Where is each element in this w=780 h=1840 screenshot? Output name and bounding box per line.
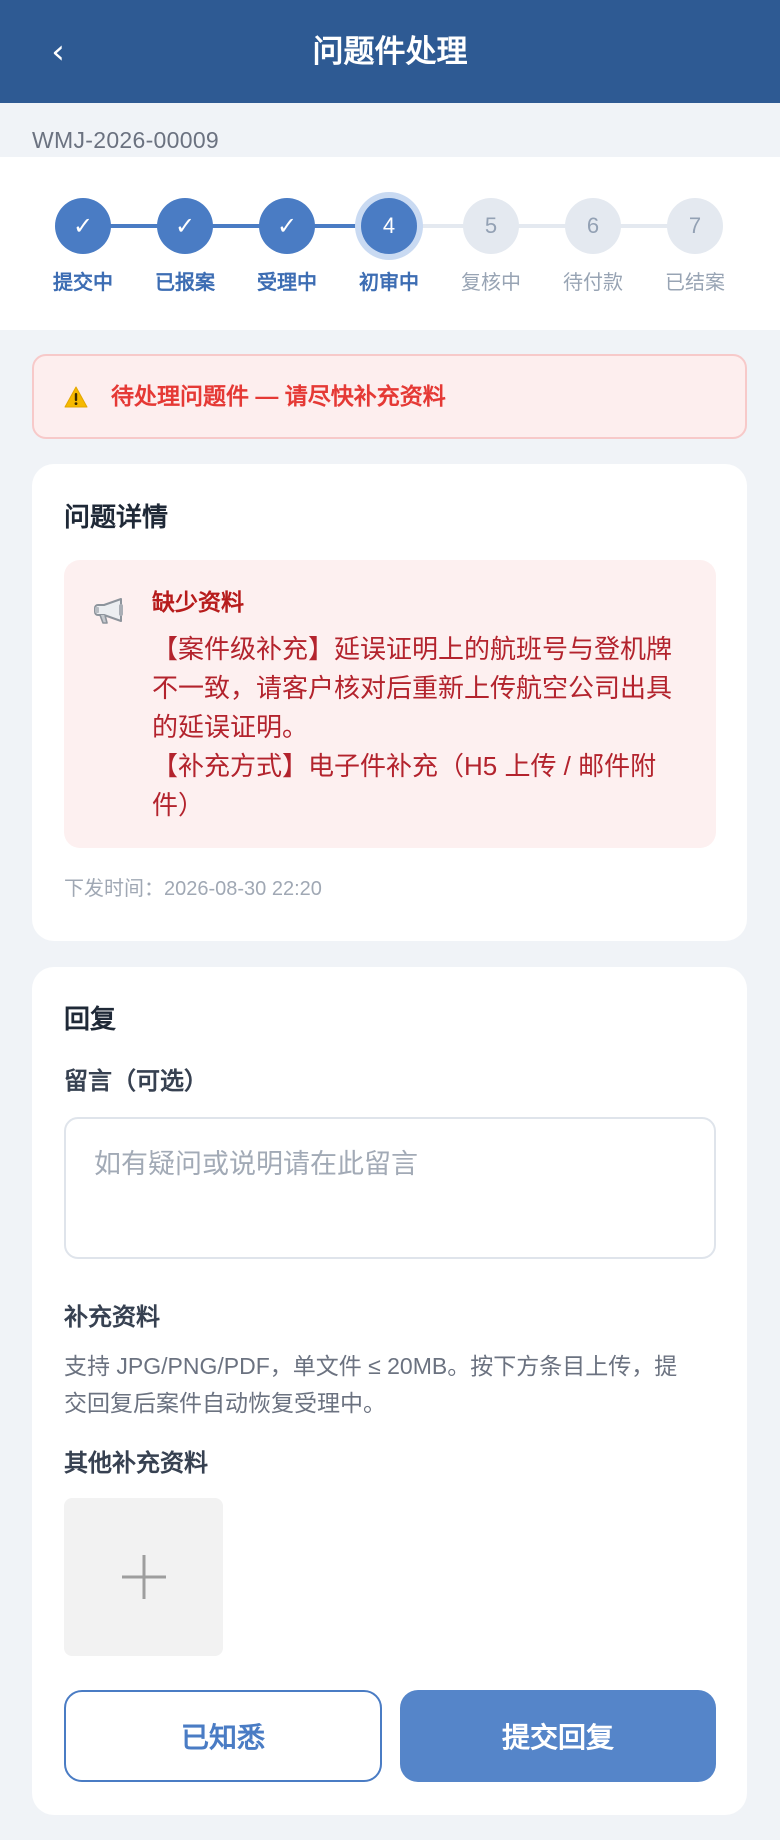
step-number: 6 bbox=[565, 198, 621, 254]
step-initial-review: 4 初审中 bbox=[339, 157, 439, 330]
back-button[interactable]: ‹ bbox=[38, 28, 78, 76]
submit-reply-button[interactable]: 提交回复 bbox=[400, 1690, 716, 1782]
step-label: 受理中 bbox=[257, 272, 317, 294]
step-submitted: ✓ 提交中 bbox=[33, 157, 133, 330]
step-accepted: ✓ 受理中 bbox=[237, 157, 337, 330]
message-input[interactable] bbox=[64, 1117, 716, 1259]
step-reported: ✓ 已报案 bbox=[135, 157, 235, 330]
alert-banner: 待处理问题件 — 请尽快补充资料 bbox=[32, 354, 747, 439]
card-title: 问题详情 bbox=[64, 502, 169, 532]
step-number: 5 bbox=[463, 198, 519, 254]
step-label: 已结案 bbox=[665, 272, 725, 294]
step-closed: 7 已结案 bbox=[645, 157, 745, 330]
check-icon: ✓ bbox=[157, 198, 213, 254]
plus-icon bbox=[121, 1555, 166, 1599]
case-number: WMJ-2026-00009 bbox=[32, 127, 220, 153]
check-icon: ✓ bbox=[259, 198, 315, 254]
megaphone-icon bbox=[94, 598, 123, 624]
materials-title: 补充资料 bbox=[64, 1304, 160, 1331]
step-label: 复核中 bbox=[461, 272, 521, 294]
warning-icon bbox=[64, 386, 88, 408]
chevron-left-icon: ‹ bbox=[51, 32, 65, 72]
other-materials-title: 其他补充资料 bbox=[64, 1450, 208, 1477]
check-icon: ✓ bbox=[55, 198, 111, 254]
step-label: 已报案 bbox=[155, 272, 215, 294]
step-label: 初审中 bbox=[359, 272, 419, 294]
message-label: 留言（可选） bbox=[64, 1068, 208, 1095]
step-label: 待付款 bbox=[563, 272, 623, 294]
app-header: ‹ 问题件处理 bbox=[0, 0, 780, 103]
step-number: 4 bbox=[361, 198, 417, 254]
issued-time: 下发时间：2026-08-30 22:20 bbox=[64, 877, 322, 901]
reply-card: 回复 留言（可选） 补充资料 支持 JPG/PNG/PDF，单文件 ≤ 20MB… bbox=[32, 967, 747, 1815]
issue-notice: 缺少资料 【案件级补充】延误证明上的航班号与登机牌不一致，请客户核对后重新上传航… bbox=[64, 560, 716, 848]
step-awaiting-payment: 6 待付款 bbox=[543, 157, 643, 330]
notice-paragraph: 【补充方式】电子件补充（H5 上传 / 邮件附件） bbox=[152, 751, 657, 820]
step-re-review: 5 复核中 bbox=[441, 157, 541, 330]
materials-description: 支持 JPG/PNG/PDF，单文件 ≤ 20MB。按下方条目上传，提交回复后案… bbox=[64, 1353, 678, 1416]
issue-detail-card: 问题详情 缺少资料 【案件级补充】延误证明上的航班号与登机牌不一致，请客户核对后… bbox=[32, 464, 747, 941]
page-title: 问题件处理 bbox=[312, 34, 468, 69]
notice-body: 【案件级补充】延误证明上的航班号与登机牌不一致，请客户核对后重新上传航空公司出具… bbox=[152, 630, 692, 825]
upload-button[interactable] bbox=[64, 1498, 223, 1656]
step-number: 7 bbox=[667, 198, 723, 254]
progress-stepper: ✓ 提交中 ✓ 已报案 ✓ 受理中 4 初审中 5 复核中 6 待付款 7 已结… bbox=[0, 157, 780, 330]
card-title: 回复 bbox=[64, 1004, 117, 1034]
issued-value: 2026-08-30 22:20 bbox=[164, 878, 322, 900]
notice-paragraph: 【案件级补充】延误证明上的航班号与登机牌不一致，请客户核对后重新上传航空公司出具… bbox=[152, 634, 673, 742]
alert-text: 待处理问题件 — 请尽快补充资料 bbox=[111, 383, 446, 409]
notice-title: 缺少资料 bbox=[152, 589, 244, 615]
acknowledge-button[interactable]: 已知悉 bbox=[64, 1690, 382, 1782]
issued-label: 下发时间： bbox=[64, 878, 164, 900]
step-label: 提交中 bbox=[53, 272, 113, 294]
